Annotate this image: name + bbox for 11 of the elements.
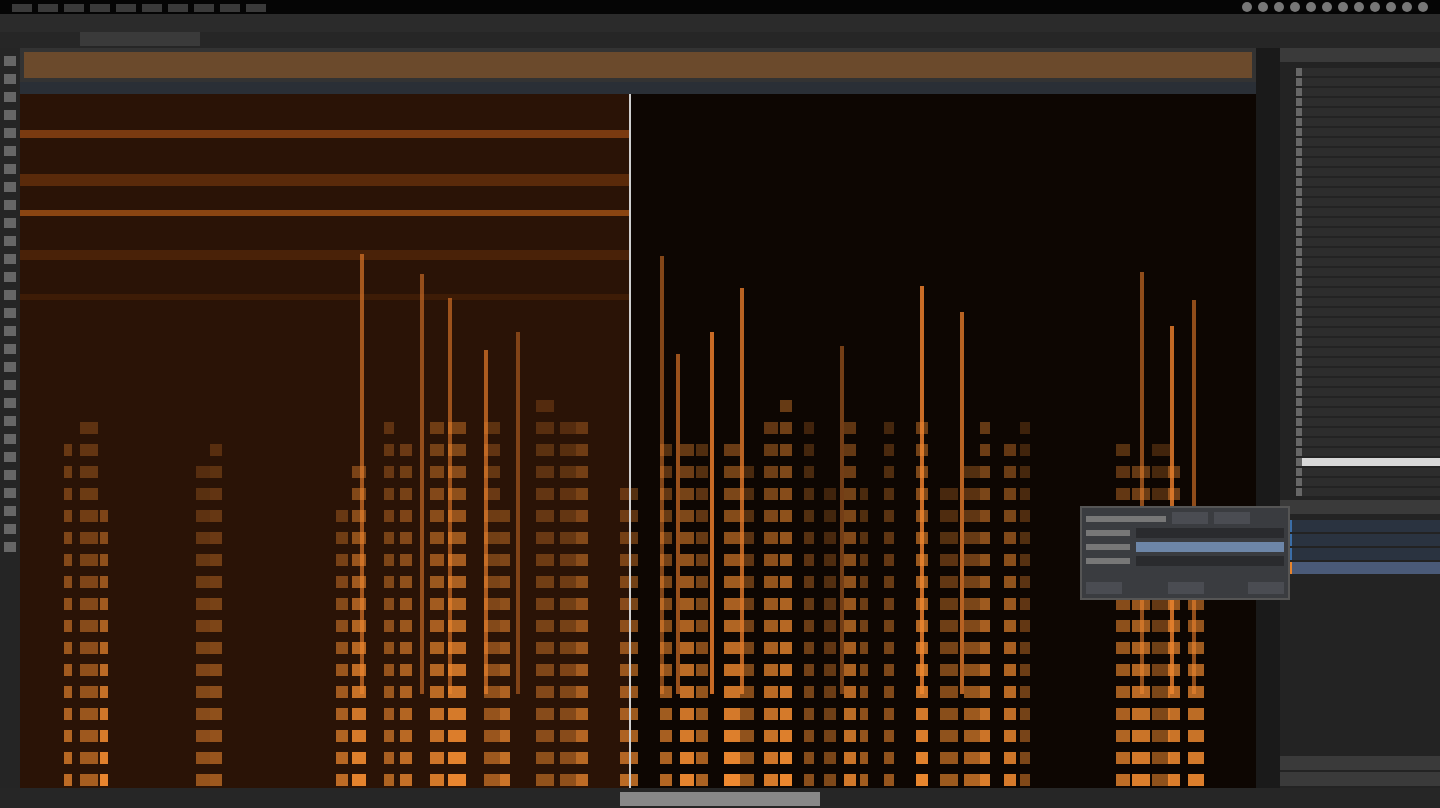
transport-controls[interactable] <box>620 791 820 805</box>
process-item[interactable] <box>1296 448 1440 456</box>
illegible-label <box>1086 544 1130 550</box>
illegible-label <box>1086 515 1166 521</box>
dropdown-field[interactable] <box>1136 542 1284 552</box>
overview-track[interactable] <box>20 48 1256 83</box>
process-item[interactable] <box>1296 468 1440 476</box>
process-item[interactable] <box>1296 458 1440 466</box>
illegible-label <box>1086 530 1130 536</box>
illegible-label <box>1086 558 1130 564</box>
spectrogram-view[interactable] <box>20 94 1256 788</box>
